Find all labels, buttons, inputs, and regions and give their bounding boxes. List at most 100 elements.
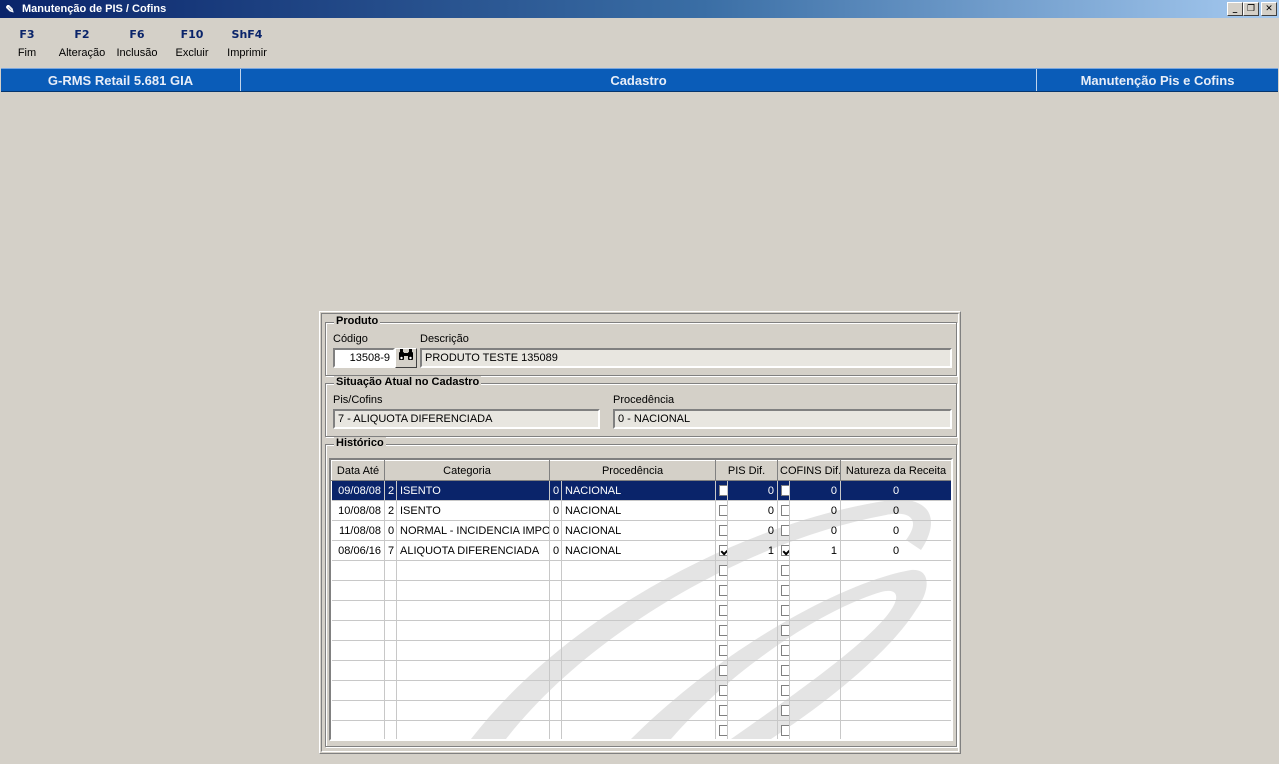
title-bar: ✎ Manutenção de PIS / Cofins _ ❐ ✕	[0, 0, 1279, 18]
table-row[interactable]: 10/08/08 2 ISENTO 0 NACIONAL 0 0 0	[331, 500, 951, 521]
table-row[interactable]	[331, 660, 951, 681]
cofins-dif-checkbox[interactable]	[781, 585, 789, 597]
pis-dif-checkbox[interactable]	[719, 485, 727, 497]
table-row[interactable]	[331, 600, 951, 621]
cell-cat-code	[384, 720, 397, 739]
cell-pis-chk	[715, 640, 729, 661]
cell-data	[331, 720, 385, 739]
pis-dif-checkbox[interactable]	[719, 525, 727, 537]
cofins-dif-checkbox[interactable]	[781, 565, 789, 577]
cofins-dif-checkbox[interactable]	[781, 665, 789, 677]
col-header-cofins-dif[interactable]: COFINS Dif.	[777, 460, 842, 481]
table-row[interactable]	[331, 700, 951, 721]
table-row[interactable]	[331, 580, 951, 601]
restore-button[interactable]: ❐	[1243, 2, 1259, 16]
cell-cof-val	[789, 580, 842, 601]
key-f3: F3	[19, 28, 35, 41]
cell-pis-val	[727, 580, 779, 601]
pis-dif-checkbox[interactable]	[719, 585, 727, 597]
pis-dif-checkbox[interactable]	[719, 545, 727, 557]
cell-cof-chk	[777, 580, 791, 601]
cofins-dif-checkbox[interactable]	[781, 705, 789, 717]
cell-natureza: 0	[840, 480, 951, 501]
cofins-dif-checkbox[interactable]	[781, 685, 789, 697]
cofins-dif-checkbox[interactable]	[781, 505, 789, 517]
cell-natureza	[840, 660, 951, 681]
key-shf4: ShF4	[231, 28, 263, 41]
cofins-dif-checkbox[interactable]	[781, 545, 789, 557]
toolbar-alteracao-button[interactable]: F2 Alteração	[56, 28, 108, 59]
cell-proc-desc	[561, 700, 717, 721]
pis-dif-checkbox[interactable]	[719, 645, 727, 657]
label-excluir: Excluir	[175, 47, 209, 59]
col-header-procedencia[interactable]: Procedência	[549, 460, 717, 481]
pis-dif-checkbox[interactable]	[719, 625, 727, 637]
cell-pis-chk	[715, 600, 729, 621]
produto-group: Produto Código Descrição 13508-9 PRODUTO…	[325, 315, 957, 376]
cell-pis-val: 0	[727, 500, 779, 521]
cell-pis-chk	[715, 620, 729, 641]
pis-dif-checkbox[interactable]	[719, 705, 727, 717]
pis-dif-checkbox[interactable]	[719, 725, 727, 737]
cell-cat-code	[384, 600, 397, 621]
cell-pis-chk	[715, 500, 729, 521]
pis-dif-checkbox[interactable]	[719, 685, 727, 697]
cell-data	[331, 640, 385, 661]
pis-dif-checkbox[interactable]	[719, 505, 727, 517]
table-header-row: Data Até Categoria Procedência PIS Dif. …	[331, 460, 951, 481]
table-row[interactable]	[331, 680, 951, 701]
col-header-categoria[interactable]: Categoria	[383, 460, 551, 481]
cofins-dif-checkbox[interactable]	[781, 525, 789, 537]
table-row[interactable]	[331, 560, 951, 581]
cell-proc-code	[549, 700, 563, 721]
cofins-dif-checkbox[interactable]	[781, 725, 789, 737]
cell-proc-desc	[561, 660, 717, 681]
toolbar-inclusao-button[interactable]: F6 Inclusão	[114, 28, 160, 59]
pis-dif-checkbox[interactable]	[719, 565, 727, 577]
toolbar-imprimir-button[interactable]: ShF4 Imprimir	[224, 28, 270, 59]
cell-natureza	[840, 620, 951, 641]
toolbar-excluir-button[interactable]: F10 Excluir	[171, 28, 213, 59]
cofins-dif-checkbox[interactable]	[781, 605, 789, 617]
status-bar: G-RMS Retail 5.681 GIA Cadastro Manutenç…	[1, 68, 1278, 92]
key-f2: F2	[74, 28, 90, 41]
cell-cof-val	[789, 660, 842, 681]
table-row[interactable]: 11/08/08 0 NORMAL - INCIDENCIA IMPOST 0 NACI…	[331, 520, 951, 541]
table-row[interactable]: 08/06/16 7 ALIQUOTA DIFERENCIADA 0 NACIONAL 1…	[331, 540, 951, 561]
close-button[interactable]: ✕	[1261, 2, 1277, 16]
cell-pis-chk	[715, 520, 729, 541]
window-controls: _ ❐ ✕	[1227, 2, 1277, 16]
table-row[interactable]	[331, 720, 951, 739]
cell-cat-desc	[396, 620, 551, 641]
cell-pis-chk	[715, 560, 729, 581]
table-row[interactable]: 09/08/08 2 ISENTO 0 NACIONAL 0 0 0	[331, 480, 951, 501]
cell-cat-code	[384, 580, 397, 601]
pis-dif-checkbox[interactable]	[719, 605, 727, 617]
minimize-button[interactable]: _	[1227, 2, 1243, 16]
cell-cof-chk	[777, 680, 791, 701]
historico-grid[interactable]: Data Até Categoria Procedência PIS Dif. …	[329, 458, 953, 741]
cofins-dif-checkbox[interactable]	[781, 645, 789, 657]
cell-cat-desc	[396, 660, 551, 681]
codigo-input[interactable]: 13508-9	[333, 348, 395, 368]
table-row[interactable]	[331, 620, 951, 641]
col-header-pis-dif[interactable]: PIS Dif.	[715, 460, 779, 481]
cell-data	[331, 620, 385, 641]
produto-legend: Produto	[334, 315, 381, 327]
col-header-natureza-receita[interactable]: Natureza da Receita	[840, 460, 951, 481]
pis-dif-checkbox[interactable]	[719, 665, 727, 677]
cofins-dif-checkbox[interactable]	[781, 485, 789, 497]
toolbar-fim-button[interactable]: F3 Fim	[12, 28, 42, 59]
historico-table: Data Até Categoria Procedência PIS Dif. …	[331, 460, 951, 739]
cell-proc-code	[549, 580, 563, 601]
procedencia-field: 0 - NACIONAL	[613, 409, 952, 429]
search-binoculars-button[interactable]	[395, 348, 417, 368]
cell-cof-val: 0	[789, 480, 842, 501]
cell-pis-val: 0	[727, 520, 779, 541]
table-row[interactable]	[331, 640, 951, 661]
cofins-dif-checkbox[interactable]	[781, 625, 789, 637]
col-header-data-ate[interactable]: Data Até	[331, 460, 385, 481]
cell-proc-code	[549, 660, 563, 681]
cell-data	[331, 660, 385, 681]
cell-natureza	[840, 580, 951, 601]
